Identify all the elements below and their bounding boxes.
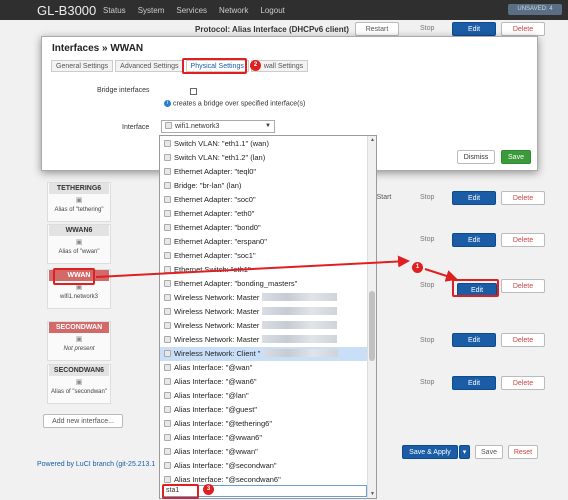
arrow-to-edit <box>424 268 458 282</box>
arrow-to-badge-1 <box>95 255 410 278</box>
annotation-arrows <box>95 255 458 282</box>
